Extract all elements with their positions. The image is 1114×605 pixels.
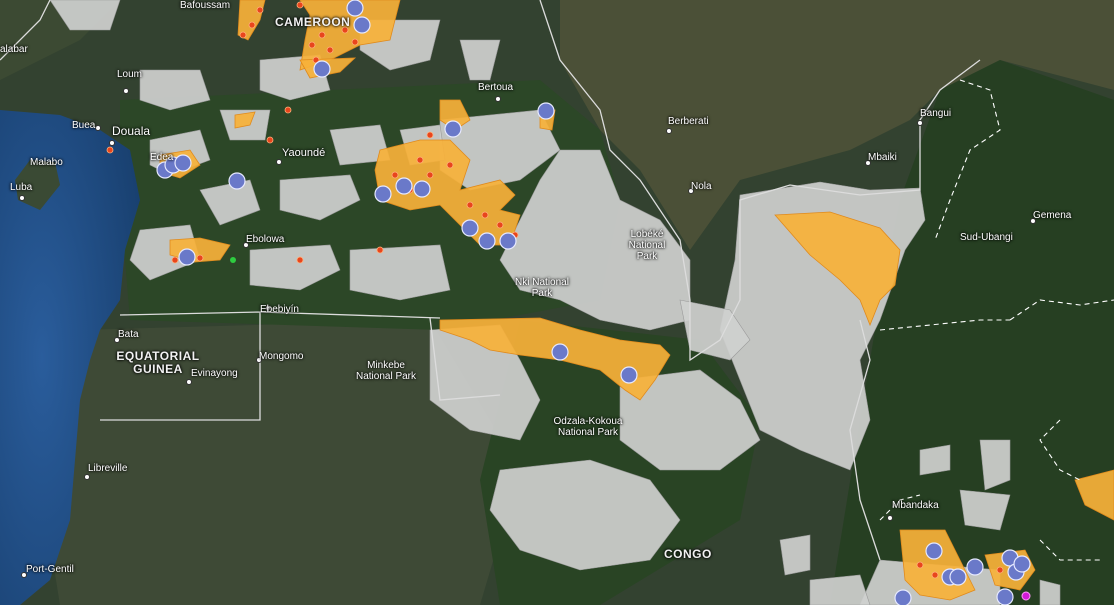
city-label-loum: Loum	[117, 69, 143, 80]
city-label-bertoua: Bertoua	[478, 82, 514, 93]
highlight-marker	[1021, 591, 1031, 601]
city-label-nola: Nola	[691, 181, 712, 192]
city-label-bata: Bata	[118, 329, 139, 340]
park-label-odzala: Odzala-Kokoua National Park	[553, 416, 623, 438]
city-label-edea: Edea	[150, 152, 174, 163]
city-label-yaounde: Yaoundé	[282, 147, 326, 159]
city-dot	[95, 125, 101, 131]
city-dot	[666, 128, 672, 134]
city-label-sud-ubangi: Sud-Ubangi	[960, 232, 1013, 243]
city-label-bangui: Bangui	[920, 108, 952, 119]
city-label-luba: Luba	[10, 182, 33, 193]
city-label-gemena: Gemena	[1033, 210, 1072, 221]
country-label-cameroon: CAMEROON	[275, 15, 351, 29]
city-label-kalabar: alabar	[0, 44, 28, 55]
city-label-ebebiyin: Ebebiyín	[260, 304, 299, 315]
country-label-congo: CONGO	[664, 547, 712, 561]
city-dot	[186, 379, 192, 385]
city-label-douala: Douala	[112, 124, 151, 138]
city-label-mbandaka: Mbandaka	[892, 500, 939, 511]
city-dot	[84, 474, 90, 480]
city-label-malabo: Malabo	[30, 157, 63, 168]
city-dot	[495, 96, 501, 102]
city-label-berberati: Berberati	[668, 116, 709, 127]
park-label-lobeke: Lobéké National Park	[628, 229, 666, 262]
city-dot	[19, 195, 25, 201]
park-label-minkebe: Minkebe National Park	[355, 360, 417, 382]
city-label-libreville: Libreville	[88, 463, 128, 474]
map-canvas[interactable]: CAMEROON EQUATORIAL GUINEA CONGO Bafouss…	[0, 0, 1114, 605]
map-base-layer	[0, 0, 1114, 605]
city-dot	[917, 120, 923, 126]
city-dot	[109, 140, 115, 146]
city-dot	[276, 159, 282, 165]
city-label-mongomo: Mongomo	[259, 351, 304, 362]
city-dot	[887, 515, 893, 521]
green-marker	[230, 257, 236, 263]
park-label-nki: Nki National Park	[515, 277, 569, 299]
city-label-mbaiki: Mbaiki	[868, 152, 897, 163]
city-dot	[123, 88, 129, 94]
city-label-ebolowa: Ebolowa	[246, 234, 285, 245]
city-label-port-gentil: Port-Gentil	[26, 564, 74, 575]
city-label-bafoussam: Bafoussam	[180, 0, 231, 11]
city-label-buea: Buea	[72, 120, 96, 131]
city-label-evinayong: Evinayong	[191, 368, 238, 379]
